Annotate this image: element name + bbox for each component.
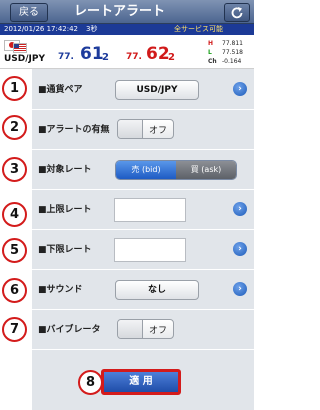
chevron-right-icon[interactable]: ›	[233, 82, 247, 96]
vibrator-toggle-switch[interactable]: オフ	[117, 319, 174, 339]
row-currency-pair: ■通貨ペア USD/JPY ›	[32, 69, 254, 110]
alert-settings: ■通貨ペア USD/JPY › 1 ■アラートの有無 オフ 2 ■対象レート 売…	[0, 69, 254, 410]
status-date: 2012/01/26 17:42:42	[4, 25, 79, 33]
currency-pair-label: USD/JPY	[4, 54, 46, 64]
high-value: 77.811	[222, 40, 243, 47]
row-sound: ■サウンド なし ›	[32, 269, 254, 310]
toggle-thumb	[118, 120, 143, 138]
high-low-change: H 77.811 L 77.518 Ch -0.164	[208, 39, 254, 67]
navigation-bar: 戻る レートアラート	[0, 0, 254, 24]
callout-1: 1	[2, 76, 27, 101]
toggle-thumb	[118, 320, 143, 338]
row-lower-rate: ■下限レート ›	[32, 229, 254, 270]
currency-pair-selector[interactable]: USD/JPY	[115, 80, 199, 100]
bid-segment[interactable]: 売 (bid)	[116, 161, 176, 179]
high-key: H	[208, 40, 214, 47]
lower-rate-input[interactable]	[114, 238, 186, 262]
low-value: 77.518	[222, 49, 243, 56]
vibrator-toggle-state: オフ	[149, 326, 168, 336]
bid-prefix: 77.	[58, 52, 74, 62]
refresh-icon	[231, 7, 243, 19]
target-rate-segmented: 売 (bid) 買 (ask)	[115, 160, 237, 180]
change-key: Ch	[208, 58, 217, 65]
apply-button[interactable]: 適 用	[101, 369, 181, 395]
chevron-right-icon[interactable]: ›	[233, 202, 247, 216]
status-bar: 2012/01/26 17:42:42 3秒 全サービス可能	[0, 24, 254, 35]
change-value: -0.164	[222, 58, 242, 65]
callout-3: 3	[2, 157, 27, 182]
chevron-right-icon[interactable]: ›	[233, 282, 247, 296]
upper-rate-input[interactable]	[114, 198, 186, 222]
row-vibrator: ■バイブレータ オフ	[32, 309, 254, 350]
bid-big-digits: 61	[80, 44, 104, 64]
ask-big-digits: 62	[146, 44, 170, 64]
row-target-rate: ■対象レート 売 (bid) 買 (ask)	[32, 149, 254, 190]
ask-segment[interactable]: 買 (ask)	[176, 161, 236, 179]
lower-rate-label: ■下限レート	[38, 245, 92, 255]
bid-tail-digit: 2	[102, 52, 109, 63]
service-status: 全サービス可能	[174, 25, 223, 33]
callout-4: 4	[2, 202, 27, 227]
upper-rate-label: ■上限レート	[38, 205, 92, 215]
ask-rate: 77. 62 2	[126, 44, 192, 64]
callout-2: 2	[2, 115, 27, 140]
alert-toggle-label: ■アラートの有無	[38, 125, 110, 135]
chevron-right-icon[interactable]: ›	[233, 242, 247, 256]
us-flag-icon	[13, 43, 27, 53]
row-upper-rate: ■上限レート ›	[32, 189, 254, 230]
ask-prefix: 77.	[126, 52, 142, 62]
alert-toggle-state: オフ	[149, 126, 168, 136]
alert-toggle-switch[interactable]: オフ	[117, 119, 174, 139]
bid-rate: 77. 61 2	[58, 44, 118, 64]
callout-8: 8	[78, 370, 103, 395]
callout-6: 6	[2, 278, 27, 303]
row-alert-toggle: ■アラートの有無 オフ	[32, 109, 254, 150]
sound-selector[interactable]: なし	[115, 280, 199, 300]
currency-pair-row-label: ■通貨ペア	[38, 85, 83, 95]
page-title: レートアラート	[74, 4, 166, 19]
rate-panel: USD/JPY 77. 61 2 77. 62 2 H 77.811 L 77.…	[0, 35, 254, 69]
status-seconds: 3秒	[86, 25, 98, 33]
refresh-button[interactable]	[224, 3, 250, 22]
callout-7: 7	[2, 317, 27, 342]
vibrator-label: ■バイブレータ	[38, 325, 101, 335]
low-key: L	[208, 49, 212, 56]
target-rate-label: ■対象レート	[38, 165, 92, 175]
ask-tail-digit: 2	[168, 52, 175, 63]
sound-label: ■サウンド	[38, 285, 83, 295]
callout-5: 5	[2, 238, 27, 263]
back-button[interactable]: 戻る	[10, 3, 48, 22]
